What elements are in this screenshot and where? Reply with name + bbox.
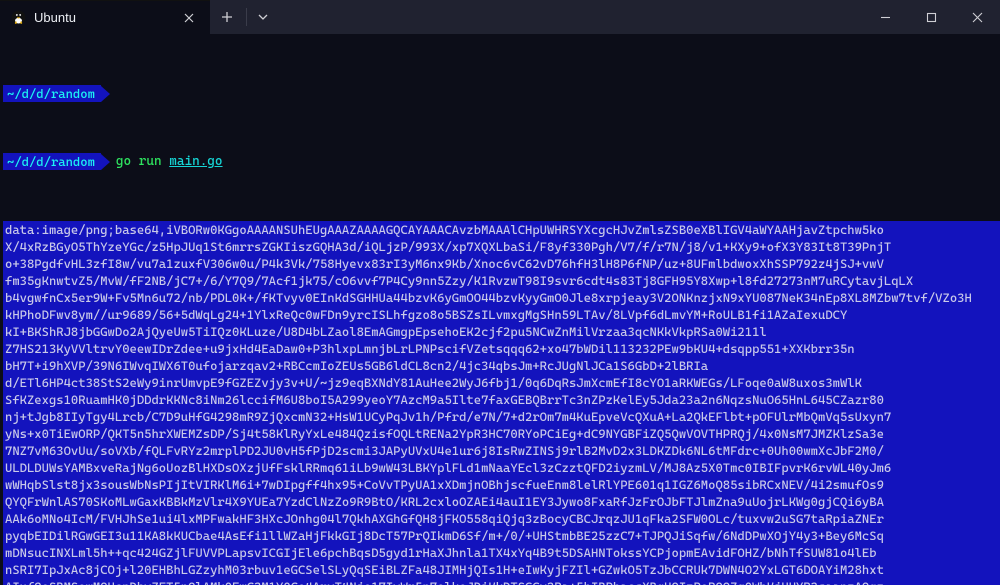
prompt-path: ~/d/d/random [3, 153, 101, 170]
close-window-button[interactable] [954, 0, 1000, 34]
prompt-line-1: ~/d/d/random [3, 85, 997, 102]
prompt-path: ~/d/d/random [3, 85, 101, 102]
tab-strip: Ubuntu [0, 0, 210, 34]
terminal-viewport[interactable]: ~/d/d/random ~/d/d/random go run main.go… [0, 34, 1000, 585]
command-arg: main.go [169, 153, 222, 170]
prompt-arrow-icon [101, 86, 110, 102]
maximize-button[interactable] [908, 0, 954, 34]
window-titlebar: Ubuntu [0, 0, 1000, 34]
prompt-arrow-icon [101, 154, 110, 170]
minimize-button[interactable] [862, 0, 908, 34]
tab-ubuntu[interactable]: Ubuntu [0, 0, 210, 34]
new-tab-button[interactable] [210, 0, 244, 34]
divider [246, 8, 247, 26]
command-text: go run [116, 153, 162, 170]
base64-output: data:image/png;base64,iVBORw0KGgoAAAANSU… [3, 221, 1000, 585]
tab-close-button[interactable] [180, 9, 198, 27]
tux-icon [10, 10, 26, 26]
window-controls [862, 0, 1000, 34]
titlebar-drag-region[interactable] [277, 0, 862, 34]
prompt-line-2: ~/d/d/random go run main.go [3, 153, 997, 170]
tab-dropdown-button[interactable] [249, 0, 277, 34]
tab-title: Ubuntu [34, 10, 76, 25]
